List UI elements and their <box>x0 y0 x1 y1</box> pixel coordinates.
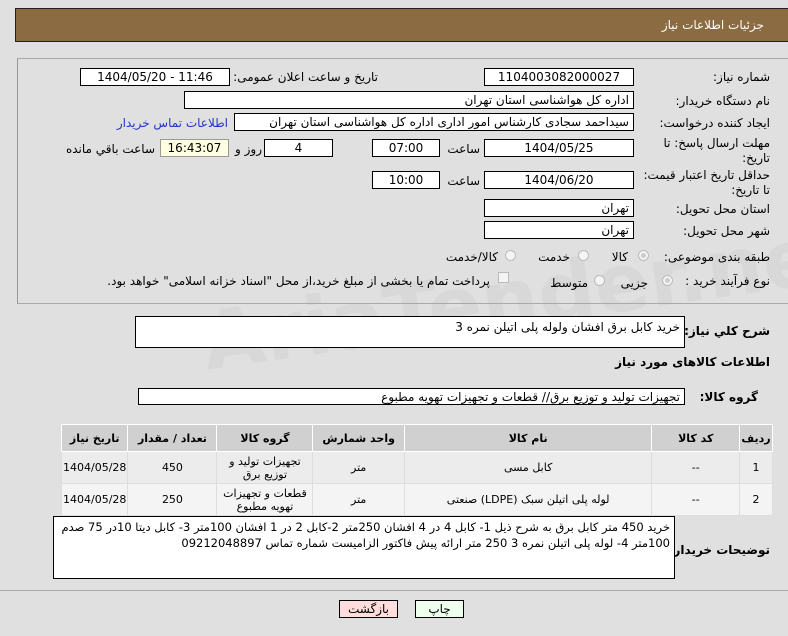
cell-date: 1404/05/28 <box>60 483 129 516</box>
deadline-time-label: ساعت <box>447 142 480 156</box>
process-option-minor: جزیی <box>620 276 648 290</box>
remaining-label: ساعت باقي مانده <box>65 142 155 156</box>
buyer-notes-textarea[interactable]: خرید 450 متر کابل برق به شرح ذیل 1- کابل… <box>53 516 675 579</box>
page-title: جزئیات اطلاعات نیاز <box>661 18 764 32</box>
summary-label: شرح کلي نياز: <box>684 324 770 338</box>
requester-label: ایجاد کننده درخواست: <box>659 116 770 130</box>
deadline-time-field: 07:00 <box>372 139 440 157</box>
deadline-date-field: 1404/05/25 <box>484 139 634 157</box>
col-group: گروه کالا <box>216 424 314 452</box>
category-option-goods: کالا <box>611 250 628 264</box>
city-field: تهران <box>484 221 634 239</box>
page-header: جزئیات اطلاعات نیاز <box>15 8 788 42</box>
table-header-row: ردیف کد کالا نام کالا واحد شمارش گروه کا… <box>60 424 773 452</box>
category-radio-goods[interactable] <box>638 250 649 261</box>
cell-code: -- <box>651 451 741 484</box>
category-radio-service[interactable] <box>578 250 589 261</box>
buyer-org-field: اداره کل هواشناسی استان تهران <box>184 91 634 109</box>
process-option-medium: متوسط <box>550 276 588 290</box>
col-date: تاریخ نیاز <box>60 424 129 452</box>
validity-date-field: 1404/06/20 <box>484 171 634 189</box>
cell-code: -- <box>651 483 741 516</box>
goods-group-label: گروه کالا: <box>699 390 758 404</box>
cell-group: تجهیزات تولید و توزیع برق <box>216 451 314 484</box>
category-radio-both[interactable] <box>505 250 516 261</box>
need-number-field: 1104003082000027 <box>484 68 634 86</box>
province-field: تهران <box>484 199 634 217</box>
deadline-label: مهلت ارسال پاسخ: تا <box>663 136 770 150</box>
table-row: 1 -- کابل مسی متر تجهیزات تولید و توزیع … <box>60 451 773 484</box>
footer-divider <box>0 590 788 591</box>
remaining-time-field: 16:43:07 <box>160 139 229 157</box>
cell-name: کابل مسی <box>403 451 653 484</box>
announce-field: 1404/05/20 - 11:46 <box>80 68 230 86</box>
buyer-org-label: نام دستگاه خریدار: <box>675 94 771 108</box>
col-quantity: تعداد / مقدار <box>127 424 218 452</box>
table-row: 2 -- لوله پلی اتیلن سبک (LDPE) صنعتی متر… <box>60 483 773 516</box>
validity-label-2: تا تاریخ: <box>731 183 770 197</box>
deadline-label-2: تاریخ: <box>742 151 770 165</box>
process-radio-medium[interactable] <box>594 275 605 286</box>
buyer-contact-link[interactable]: اطلاعات تماس خریدار <box>117 116 228 130</box>
goods-group-field: تجهیزات تولید و توزیع برق// قطعات و تجهی… <box>138 388 685 405</box>
validity-time-field: 10:00 <box>372 171 440 189</box>
col-unit: واحد شمارش <box>312 424 405 452</box>
process-label: نوع فرآیند خرید : <box>685 274 770 288</box>
page: AriaTender.net جزئیات اطلاعات نیاز شماره… <box>0 0 788 636</box>
cell-row: 1 <box>739 451 773 484</box>
col-row: ردیف <box>739 424 773 452</box>
category-option-service: خدمت <box>538 250 570 264</box>
items-section-title: اطلاعات کالاهای مورد نیاز <box>615 355 770 369</box>
cell-date: 1404/05/28 <box>60 451 129 484</box>
days-label: روز و <box>235 142 262 156</box>
days-remaining-field: 4 <box>264 139 333 157</box>
requester-field: سیداحمد سجادی کارشناس امور اداری اداره ک… <box>234 113 634 131</box>
cell-unit: متر <box>312 451 405 484</box>
summary-textarea[interactable]: خرید کابل برق افشان ولوله پلی اتیلن نمره… <box>135 316 685 348</box>
treasury-payment-note: پرداخت تمام یا بخشی از مبلغ خرید،از محل … <box>107 274 490 288</box>
cell-row: 2 <box>739 483 773 516</box>
print-button[interactable]: چاپ <box>415 600 464 618</box>
back-button[interactable]: بازگشت <box>339 600 398 618</box>
cell-quantity: 450 <box>127 451 218 484</box>
cell-unit: متر <box>312 483 405 516</box>
process-radio-minor[interactable] <box>662 275 673 286</box>
need-number-label: شماره نیاز: <box>713 70 770 84</box>
cell-name: لوله پلی اتیلن سبک (LDPE) صنعتی <box>403 483 653 516</box>
treasury-payment-checkbox[interactable] <box>498 272 509 283</box>
announce-label: تاریخ و ساعت اعلان عمومی: <box>233 70 378 84</box>
category-option-both: کالا/خدمت <box>445 250 498 264</box>
buyer-notes-label: توضیحات خریدار: <box>668 543 770 557</box>
validity-label: حداقل تاریخ اعتبار قیمت: <box>643 168 770 182</box>
validity-time-label: ساعت <box>447 174 480 188</box>
category-label: طبقه بندی موضوعی: <box>663 250 770 264</box>
cell-quantity: 250 <box>127 483 218 516</box>
city-label: شهر محل تحویل: <box>683 224 770 238</box>
province-label: استان محل تحویل: <box>675 202 770 216</box>
col-name: نام کالا <box>403 424 653 452</box>
cell-group: قطعات و تجهیزات تهویه مطبوع <box>216 483 314 516</box>
items-table: ردیف کد کالا نام کالا واحد شمارش گروه کا… <box>60 424 773 516</box>
col-code: کد کالا <box>651 424 741 452</box>
